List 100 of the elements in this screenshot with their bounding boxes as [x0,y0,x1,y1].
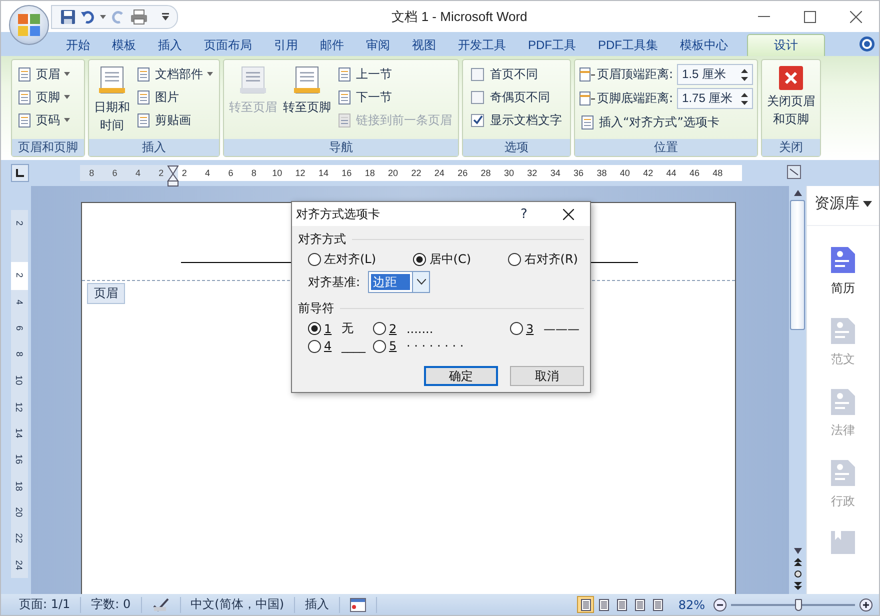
spin-arrows-icon[interactable] [741,92,748,106]
checkbox[interactable] [471,68,484,80]
ribbon-button[interactable]: 剪贴画 [135,109,215,131]
radio-option[interactable]: 5 · · · · · · · · [373,339,510,353]
radio-button[interactable] [373,340,386,352]
ribbon-tab[interactable]: 邮件 [309,34,355,56]
radio-option[interactable]: 4 ____ [308,339,373,353]
dialog-button[interactable]: 确定 [424,366,498,386]
ruler-number: 34 [549,168,562,178]
scroll-up-icon[interactable] [794,190,802,196]
status-text[interactable]: 插入 [295,596,340,612]
ruler-number: 8 [14,352,26,357]
ribbon-tab[interactable]: 插入 [147,34,193,56]
ruler-toggle-icon[interactable] [787,165,801,179]
ribbon-button[interactable]: 文档部件 [135,63,215,85]
panel-title: 资源库 [814,194,860,213]
radio-button[interactable] [508,253,522,266]
ruler-number: 2 [158,168,165,178]
ribbon-button[interactable]: 图片 [135,86,215,108]
ribbon-tab[interactable]: 模板中心 [669,34,739,56]
close-header-footer-button[interactable]: 关闭页眉 和页脚 [766,63,816,129]
radio-option[interactable]: 左对齐(L) [308,251,376,268]
ribbon-large-button[interactable]: 转至页脚 [282,63,332,117]
section-title: 前导符 [298,300,334,317]
radio-button[interactable] [308,340,321,352]
customize-caret-icon[interactable] [162,12,169,20]
checkbox[interactable] [471,90,484,104]
scroll-down-icon[interactable] [794,548,802,554]
spin-field[interactable]: 1.75 厘米 [677,88,754,109]
zoom-thumb[interactable] [794,598,802,610]
caret-icon[interactable] [862,200,872,206]
ruler-number: 16 [340,168,353,178]
spin-field[interactable]: 1.5 厘米 [677,64,754,85]
radio-option[interactable]: 3 ——— [510,320,584,337]
ribbon-tab[interactable]: 引用 [263,34,309,56]
minimize-icon [758,16,770,17]
radio-button[interactable] [308,253,321,266]
ribbon-button[interactable]: 页码 [16,109,72,131]
radio-option[interactable]: 右对齐(R) [508,251,578,268]
zoom-out-button[interactable] [713,598,727,612]
ribbon-button[interactable]: 下一节 [336,86,454,108]
alignment-basis-dropdown[interactable]: 边距 [368,271,430,293]
scroll-thumb[interactable] [790,200,805,330]
indent-marker-icon[interactable] [166,165,179,187]
radio-button[interactable] [510,322,523,335]
zoom-in-button[interactable] [859,598,873,612]
ribbon-tab[interactable]: 视图 [401,34,447,56]
zoom-percent[interactable]: 82% [670,598,713,612]
ribbon-tab[interactable]: 页面布局 [193,34,263,56]
office-logo [16,12,42,38]
help-icon[interactable] [859,36,875,52]
ruler-number: 28 [480,168,492,178]
ribbon-tab[interactable]: PDF工具集 [587,34,669,56]
document-icon [137,90,151,104]
ribbon-button[interactable]: 页眉 [16,63,72,85]
browse-object-icon[interactable] [794,570,802,578]
radio-button[interactable] [373,322,386,335]
document-icon [18,112,32,128]
radio-option[interactable]: 居中(C) [413,251,472,268]
document-icon [338,112,352,128]
status-text[interactable]: 中文(简体，中国) [180,596,296,612]
ribbon-large-button[interactable]: 日期和 时间 [93,63,131,135]
help-button[interactable]: ? [502,202,546,226]
ribbon-button[interactable]: 上一节 [336,63,454,85]
radio-button[interactable] [413,253,426,266]
close-icon [778,65,804,91]
view-button[interactable] [577,596,594,613]
undo-icon[interactable] [80,8,96,24]
document-icon [830,246,856,274]
vertical-scrollbar[interactable] [789,186,806,594]
dialog-button[interactable]: 取消 [510,366,584,386]
ribbon-tab[interactable]: 模板 [101,34,147,56]
previous-page-icon[interactable] [794,558,802,566]
save-icon[interactable] [60,8,76,24]
tab-stop-button[interactable] [11,164,29,182]
next-page-icon[interactable] [794,582,802,590]
panel-item[interactable]: 简历 [830,246,856,297]
radio-option[interactable]: 1 无 [308,320,373,337]
ribbon-tab[interactable]: 审阅 [355,34,401,56]
print-icon[interactable] [130,8,148,24]
ruler-number: 2 [180,168,188,178]
status-text[interactable]: 页面: 1/1 [9,596,82,612]
radio-button[interactable] [308,322,321,335]
ribbon-button[interactable]: 页脚 [16,86,72,108]
ribbon-button[interactable]: 插入“对齐方式”选项卡 [579,111,754,133]
ruler-number: 2 [14,272,26,278]
office-logo-button[interactable] [9,5,49,45]
ruler-number: 12 [294,168,306,178]
ribbon-tab[interactable]: PDF工具 [517,34,587,56]
ruler-number: 6 [14,326,26,331]
ribbon-tab[interactable]: 开发工具 [447,34,517,56]
status-text[interactable]: 字数: 0 [81,596,142,612]
ribbon-tab[interactable]: 开始 [55,34,101,56]
margin-icon [579,91,595,106]
margin-icon [579,67,595,82]
spin-arrows-icon[interactable] [741,68,748,82]
ruler-number: 24 [14,560,26,570]
ribbon-tab[interactable]: 设计 [747,34,825,56]
radio-option[interactable]: 2 ....... [373,320,510,337]
checkbox[interactable] [471,114,484,126]
